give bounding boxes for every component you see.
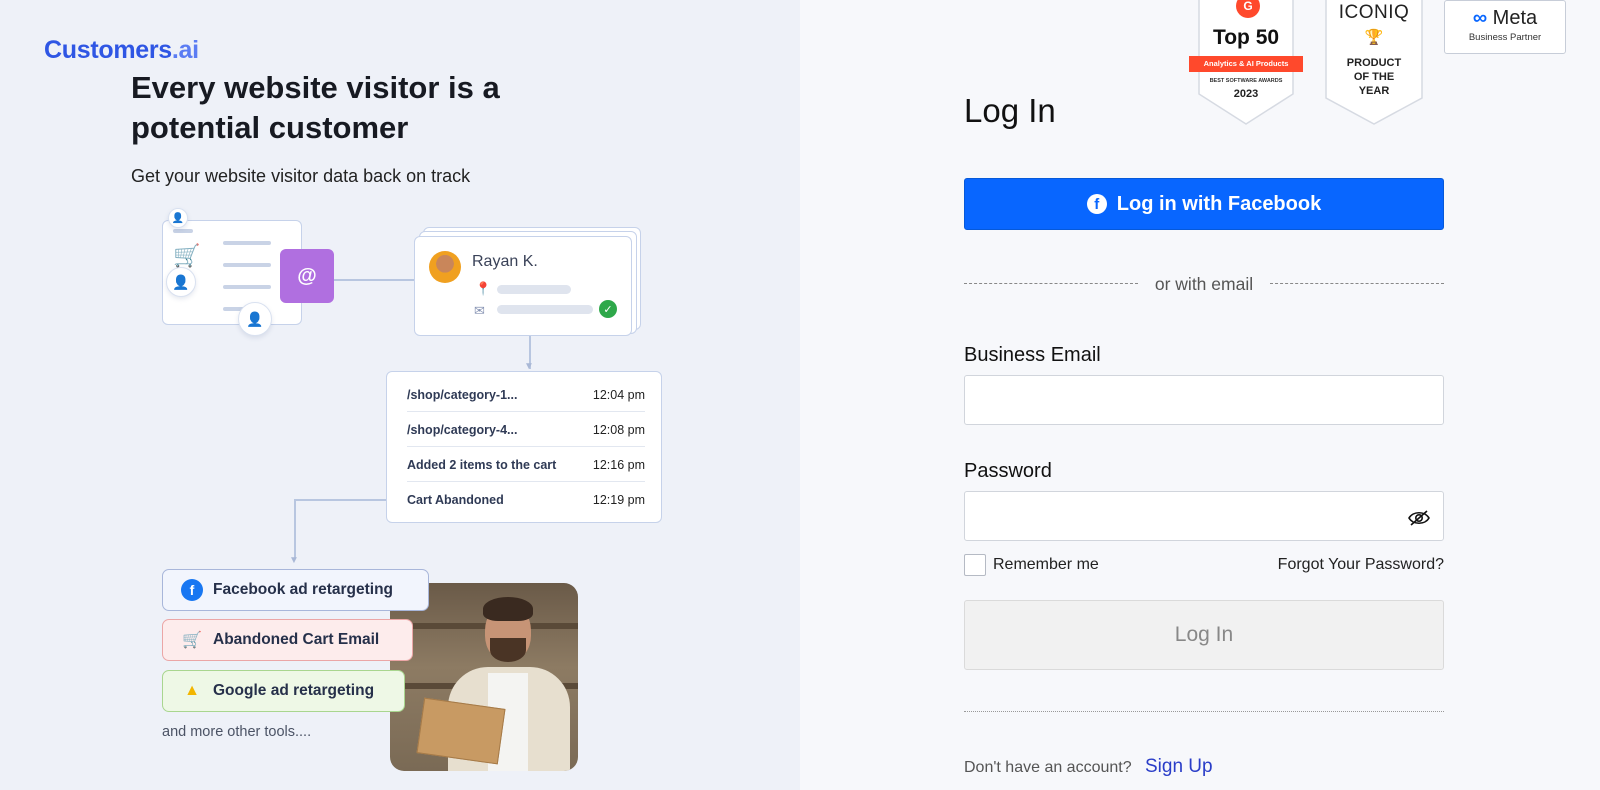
page-title: Log In xyxy=(964,92,1056,129)
list-item: /shop/category-1... 12:04 pm xyxy=(407,378,645,412)
hero-subline: Get your website visitor data back on tr… xyxy=(131,166,471,186)
facebook-icon: f xyxy=(1086,194,1107,214)
customer-photo xyxy=(390,583,578,771)
arrow-down-icon: ▼ xyxy=(289,555,299,566)
user-icon: 👤 xyxy=(238,302,272,336)
g2-title: Top 50 xyxy=(1212,26,1280,49)
email-label: Business Email xyxy=(964,344,1101,366)
g2-year: 2023 xyxy=(1233,88,1259,100)
list-item: Added 2 items to the cart 12:16 pm xyxy=(407,448,645,482)
cart-icon: 🛒 xyxy=(173,243,201,268)
package-box xyxy=(416,697,506,765)
marketing-panel: Customers.ai Every website visitor is a … xyxy=(0,0,800,790)
more-tools-text: and more other tools.... xyxy=(162,724,312,740)
visitor-profile-card: Rayan K. 📍 ✉ ✓ xyxy=(414,236,632,336)
divider xyxy=(964,711,1444,712)
remember-me-label[interactable]: Remember me xyxy=(993,556,1099,574)
location-pin-icon: 📍 xyxy=(475,281,492,296)
iconiq-text: PRODUCT OF THE YEAR xyxy=(1346,57,1402,97)
password-label: Password xyxy=(964,460,1052,482)
scan-email-icon: @ xyxy=(280,249,334,303)
login-submit-button[interactable]: Log In xyxy=(964,600,1444,670)
user-icon: 👤 xyxy=(168,208,188,228)
g2-subtitle: BEST SOFTWARE AWARDS xyxy=(1209,78,1283,84)
facebook-login-button[interactable]: f Log in with Facebook xyxy=(964,178,1444,230)
signup-question: Don't have an account? xyxy=(964,759,1132,776)
profile-name: Rayan K. xyxy=(472,253,538,270)
cart-x-icon: 🛒 xyxy=(182,632,202,649)
remember-me-checkbox[interactable] xyxy=(964,554,986,576)
user-icon: 👤 xyxy=(166,267,196,297)
signup-link[interactable]: Sign Up xyxy=(1145,756,1213,778)
g2-ribbon: Analytics & AI Products xyxy=(1189,56,1303,72)
meta-infinity-icon: ∞ xyxy=(1472,7,1488,29)
hero-headline: Every website visitor is a potential cus… xyxy=(131,70,500,145)
toggle-password-visibility-icon[interactable] xyxy=(1408,509,1432,529)
meta-partner-badge: ∞ Meta Business Partner xyxy=(1444,0,1566,54)
list-item: Cart Abandoned 12:19 pm xyxy=(407,493,645,507)
divider-text: or with email xyxy=(1154,274,1254,294)
meta-subtitle: Business Partner xyxy=(1468,32,1542,43)
google-ads-icon: ▲ xyxy=(184,682,200,699)
iconiq-title: ICONIQ xyxy=(1338,2,1410,23)
facebook-icon: f xyxy=(181,579,203,601)
password-field[interactable] xyxy=(964,491,1444,541)
or-divider: or with email xyxy=(964,274,1444,294)
tool-google-retargeting: ▲ Google ad retargeting xyxy=(162,670,405,712)
iconiq-award-badge: ICONIQ 🏆 PRODUCT OF THE YEAR xyxy=(1324,0,1424,126)
trophy-icon: 🏆 xyxy=(1364,29,1384,46)
mail-icon: ✉ xyxy=(474,303,485,318)
brand-logo[interactable]: Customers.ai xyxy=(44,36,199,65)
brand-name: Customers xyxy=(44,36,172,64)
email-field[interactable] xyxy=(964,375,1444,425)
brand-suffix: .ai xyxy=(171,36,199,64)
list-item: /shop/category-4... 12:08 pm xyxy=(407,413,645,447)
avatar xyxy=(429,251,461,283)
forgot-password-link[interactable]: Forgot Your Password? xyxy=(1236,556,1444,574)
tool-facebook-retargeting: f Facebook ad retargeting xyxy=(162,569,429,611)
check-icon: ✓ xyxy=(599,300,617,318)
activity-log-card: /shop/category-1... 12:04 pm /shop/categ… xyxy=(386,371,662,523)
g2-award-badge: G Top 50 Analytics & AI Products BEST SO… xyxy=(1189,0,1303,126)
tool-abandoned-cart-email: 🛒 Abandoned Cart Email xyxy=(162,619,413,661)
